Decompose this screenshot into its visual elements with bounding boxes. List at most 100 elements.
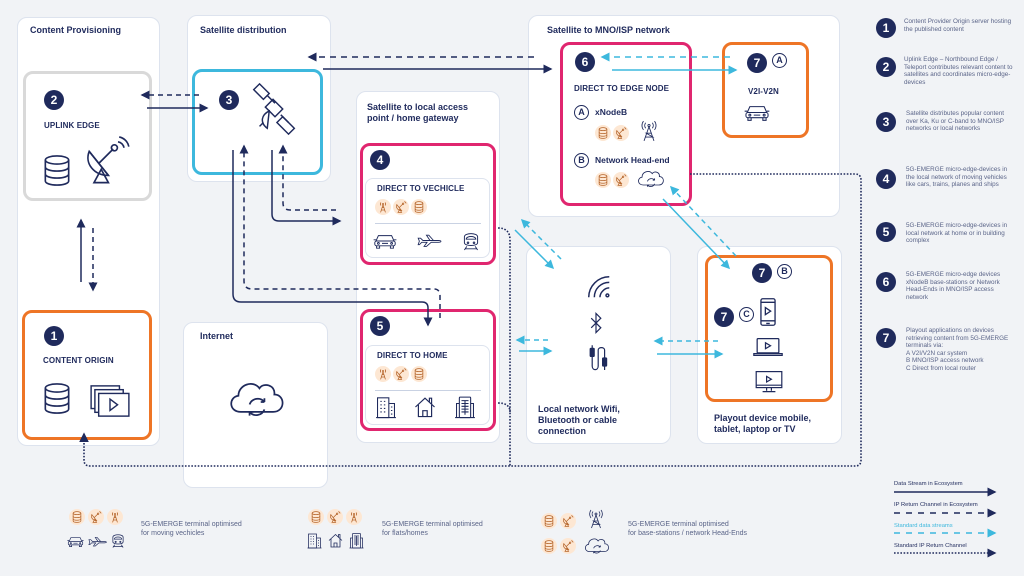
chip-dish-icon [560, 538, 576, 554]
office-building-icon [307, 532, 322, 549]
train-icon [111, 532, 125, 549]
train-icon [462, 230, 480, 252]
panel-title-satellite-mno: Satellite to MNO/ISP network [547, 25, 670, 35]
chip-database-icon [308, 509, 324, 525]
key-label-ip-return: IP Return Channel in Ecosystem [894, 502, 978, 508]
database-icon [43, 154, 71, 187]
panel-title-content-provisioning: Content Provisioning [30, 25, 121, 35]
house-icon [414, 396, 436, 418]
direct-to-home-label: DIRECT TO HOME [377, 351, 448, 360]
cable-icon [587, 343, 611, 373]
divider [375, 390, 481, 391]
legend-text-4: 5G-EMERGE micro-edge-devices in the loca… [906, 166, 1008, 189]
panel-title-internet: Internet [200, 331, 234, 341]
terminal-homes-text: 5G-EMERGE terminal optimised for flats/h… [382, 521, 483, 537]
chip-dish-icon [613, 125, 629, 141]
chip-database-icon [541, 513, 557, 529]
satellite-dish-icon [82, 136, 130, 186]
chip-database-icon [595, 125, 611, 141]
marker-b: B [777, 264, 792, 279]
legend-text-3: Satellite distributes popular content ov… [906, 110, 1005, 133]
xnodeb-label: xNodeB [595, 107, 628, 117]
badge-2: 2 [44, 90, 64, 110]
video-library-icon [89, 384, 131, 418]
divider [375, 223, 481, 224]
car-icon [744, 103, 770, 122]
direct-to-vehicle-label: DIRECT TO VECHICLE [377, 184, 465, 193]
chip-dish-icon [393, 366, 409, 382]
badge-3: 3 [219, 90, 239, 110]
panel-title-satellite-distribution: Satellite distribution [200, 25, 287, 35]
satellite-icon [246, 80, 304, 138]
badge-7b: 7 [752, 263, 772, 283]
car-icon [373, 232, 397, 250]
key-label-data-stream: Data Stream in Ecosystem [894, 481, 963, 487]
legend-text-6: 5G-EMERGE micro-edge devices xNodeB base… [906, 271, 1001, 301]
plane-icon [417, 233, 443, 248]
cloud-sync-icon [636, 168, 666, 190]
badge-1: 1 [44, 326, 64, 346]
chip-dish-icon [560, 513, 576, 529]
panel-title-playout: Playout device mobile, tablet, laptop or… [714, 413, 812, 434]
network-headend-label: Network Head-end [595, 155, 670, 165]
bluetooth-icon [588, 311, 604, 335]
cell-tower-icon [586, 508, 606, 530]
badge-4: 4 [370, 150, 390, 170]
marker-a: A [574, 105, 589, 120]
panel-title-local-network: Local network Wifi, Bluetooth or cable c… [538, 404, 620, 436]
database-icon [43, 382, 71, 415]
legend-text-1: Content Provider Origin server hosting t… [904, 18, 1012, 33]
chip-database-icon [69, 509, 85, 525]
laptop-icon [753, 337, 783, 357]
marker-a: A [772, 53, 787, 68]
badge-7c: 7 [714, 307, 734, 327]
marker-b: B [574, 153, 589, 168]
marker-c: C [739, 307, 754, 322]
uplink-edge-label: UPLINK EDGE [44, 121, 100, 130]
key-label-standard-streams: Standard data streams [894, 523, 953, 529]
terminal-vehicles-text: 5G-EMERGE terminal optimised for moving … [141, 521, 242, 537]
chip-dish-icon [88, 509, 104, 525]
cloud-sync-icon [226, 377, 288, 422]
chip-tower-icon [346, 509, 362, 525]
chip-database-icon [595, 172, 611, 188]
mobile-phone-icon [759, 297, 777, 327]
house-icon [328, 533, 343, 548]
legend-text-7: Playout applications on devices retrievi… [906, 327, 1009, 372]
plane-icon [88, 536, 108, 547]
panel-title-satellite-local: Satellite to local access point / home g… [367, 102, 469, 123]
car-icon [67, 535, 84, 548]
legend-number-1: 1 [876, 18, 896, 38]
legend-number-5: 5 [876, 222, 896, 242]
office-building-icon [375, 395, 397, 419]
apartment-block-icon [454, 395, 476, 419]
node-content-origin[interactable] [22, 310, 152, 440]
legend-number-7: 7 [876, 328, 896, 348]
terminal-base-text: 5G-EMERGE terminal optimised for base-st… [628, 521, 748, 537]
chip-dish-icon [613, 172, 629, 188]
v2i-v2n-label: V2I-V2N [748, 87, 779, 96]
direct-to-edge-label: DIRECT TO EDGE NODE [574, 84, 670, 93]
legend-text-5: 5G-EMERGE micro-edge-devices in local ne… [906, 222, 1008, 245]
chip-tower-icon [107, 509, 123, 525]
chip-tower-icon [375, 366, 391, 382]
cloud-sync-icon [583, 535, 611, 557]
content-origin-label: CONTENT ORIGIN [43, 356, 114, 365]
wifi-icon [585, 273, 613, 301]
badge-5: 5 [370, 316, 390, 336]
chip-database-icon [411, 366, 427, 382]
key-label-standard-ip-return: Standard IP Return Channel [894, 543, 967, 549]
chip-database-icon [411, 199, 427, 215]
chip-database-icon [541, 538, 557, 554]
apartment-block-icon [349, 532, 364, 549]
legend-number-2: 2 [876, 57, 896, 77]
legend-number-6: 6 [876, 272, 896, 292]
badge-6: 6 [575, 52, 595, 72]
badge-7a: 7 [747, 53, 767, 73]
legend-text-2: Uplink Edge – Northbound Edge / Teleport… [904, 56, 1013, 86]
chip-tower-icon [375, 199, 391, 215]
tv-icon [754, 370, 784, 394]
legend-number-4: 4 [876, 169, 896, 189]
chip-dish-icon [327, 509, 343, 525]
cell-tower-icon [638, 119, 660, 143]
